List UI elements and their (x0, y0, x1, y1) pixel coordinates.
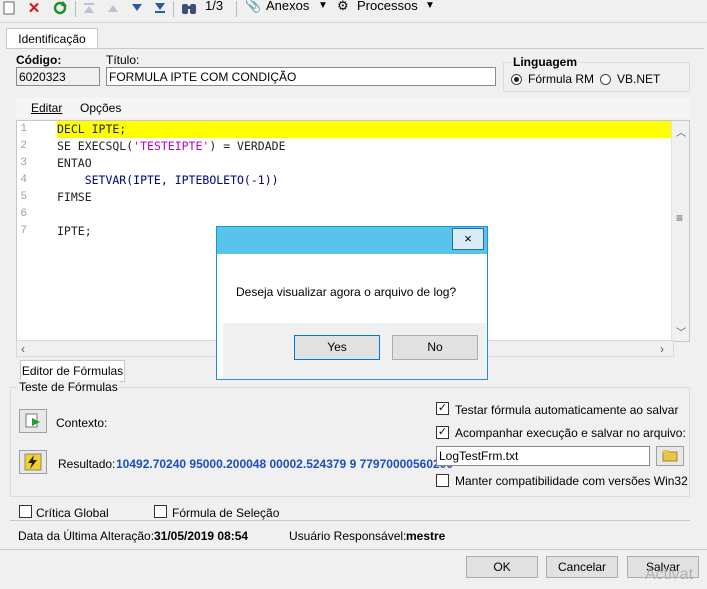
critica-global-label: Crítica Global (36, 506, 109, 520)
tab-editor-formulas[interactable]: Editor de Fórmulas (20, 360, 125, 382)
previous-record-icon[interactable] (106, 0, 120, 16)
scroll-grip-icon[interactable]: ≡ (676, 211, 683, 225)
testar-checkbox[interactable]: ✓ (436, 402, 449, 415)
paperclip-icon: 📎 (245, 0, 262, 13)
code-line: ENTAO (57, 156, 92, 170)
binoculars-icon[interactable] (180, 0, 198, 16)
anexos-menu[interactable]: Anexos (266, 0, 309, 13)
no-button[interactable]: No (392, 335, 478, 360)
divider (10, 520, 690, 521)
code-line: DECL IPTE; (57, 122, 127, 136)
line-number: 7 (20, 225, 27, 237)
formula-rm-label: Fórmula RM (528, 72, 595, 86)
editor-vertical-scrollbar[interactable]: ︿ ≡ ﹀ (671, 121, 689, 341)
chevron-left-icon[interactable]: ‹ (21, 342, 25, 356)
dialog-message: Deseja visualizar agora o arquivo de log… (236, 285, 457, 299)
dialog-footer: Yes No (223, 323, 487, 379)
refresh-icon[interactable] (52, 0, 68, 16)
cancelar-button[interactable]: Cancelar (546, 556, 618, 578)
lightning-icon (24, 453, 42, 471)
last-record-icon[interactable] (153, 0, 167, 16)
codigo-field[interactable]: 6020323 (16, 67, 100, 86)
executar-button[interactable] (19, 450, 47, 474)
chevron-right-icon[interactable]: › (660, 342, 664, 356)
data-label: Data da Última Alteração: (18, 529, 155, 543)
formula-selecao-label: Fórmula de Seleção (172, 506, 280, 520)
line-number: 3 (20, 157, 27, 169)
teste-label: Teste de Fórmulas (18, 380, 119, 394)
vbnet-label: VB.NET (617, 72, 661, 86)
tab-identificacao[interactable]: Identificação (6, 28, 98, 49)
toolbar-separator (75, 1, 76, 17)
contexto-label: Contexto: (56, 416, 108, 430)
codigo-label: Código: (16, 53, 62, 67)
folder-icon (662, 450, 678, 462)
linguagem-label: Linguagem (511, 55, 580, 69)
menu-opcoes[interactable]: Opções (80, 101, 121, 115)
chevron-down-icon[interactable]: ﹀ (676, 324, 686, 339)
code-line: FIMSE (57, 190, 92, 204)
resultado-value: 10492.70240 95000.200048 00002.524379 9 … (116, 457, 454, 471)
yes-button[interactable]: Yes (294, 335, 380, 360)
data-value: 31/05/2019 08:54 (154, 529, 249, 543)
code-line: SETVAR(IPTE, IPTEBOLETO(-1)) (57, 173, 279, 187)
divider (0, 549, 707, 550)
menu-editar[interactable]: Editar (31, 101, 62, 115)
contexto-button[interactable] (19, 409, 47, 433)
line-number: 1 (20, 123, 27, 135)
file-icon[interactable] (2, 0, 16, 16)
close-button[interactable]: × (452, 228, 484, 250)
next-record-icon[interactable] (130, 0, 144, 16)
code-line: IPTE; (57, 224, 92, 238)
windows-watermark: Activat (645, 566, 694, 583)
line-number: 6 (20, 208, 27, 220)
arquivo-field[interactable]: LogTestFrm.txt (436, 446, 650, 466)
ok-button[interactable]: OK (466, 556, 538, 578)
manter-label: Manter compatibilidade com versões Win32 (455, 474, 688, 488)
critica-global-checkbox[interactable] (19, 505, 32, 518)
chevron-down-icon[interactable]: ▼ (318, 0, 328, 11)
toolbar-separator (236, 1, 237, 17)
titulo-field[interactable]: FORMULA IPTE COM CONDIÇÃO (106, 67, 496, 86)
context-icon (25, 413, 40, 428)
processos-menu[interactable]: Processos (357, 0, 418, 13)
record-counter: 1/3 (205, 0, 224, 13)
acompanhar-label: Acompanhar execução e salvar no arquivo: (455, 426, 686, 440)
manter-checkbox[interactable] (436, 474, 449, 487)
vbnet-radio[interactable] (600, 74, 611, 85)
line-number: 5 (20, 191, 27, 203)
delete-icon[interactable]: ✕ (26, 0, 42, 17)
testar-label: Testar fórmula automaticamente ao salvar (455, 403, 679, 417)
log-dialog: × Deseja visualizar agora o arquivo de l… (216, 226, 488, 380)
toolbar-separator (173, 1, 174, 17)
chevron-up-icon[interactable]: ︿ (676, 124, 686, 139)
line-number: 4 (20, 174, 27, 186)
formula-rm-radio[interactable] (511, 74, 522, 85)
formula-selecao-checkbox[interactable] (154, 505, 167, 518)
dialog-titlebar: × (217, 227, 487, 254)
usuario-value: mestre (406, 529, 446, 543)
code-line: SE EXECSQL('TESTEIPTE') = VERDADE (57, 139, 286, 153)
current-line-highlight (57, 121, 674, 138)
resultado-label: Resultado: (58, 457, 116, 471)
line-number: 2 (20, 140, 27, 152)
chevron-down-icon[interactable]: ▼ (425, 0, 435, 11)
first-record-icon[interactable] (82, 0, 96, 16)
browse-button[interactable] (656, 446, 684, 466)
toolbar: ✕ 1/3 📎 Anexos ▼ ⚙ Processos ▼ (0, 0, 707, 23)
usuario-label: Usuário Responsável: (289, 529, 407, 543)
gears-icon: ⚙ (337, 0, 349, 13)
titulo-label: Título: (106, 53, 140, 67)
acompanhar-checkbox[interactable]: ✓ (436, 426, 449, 439)
